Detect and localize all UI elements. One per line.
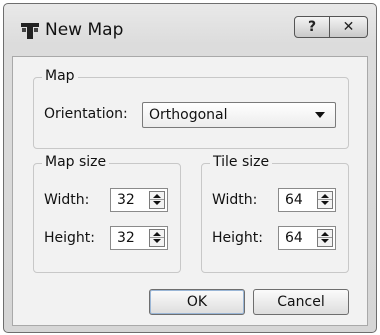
tile-width-label: Width: <box>212 192 258 208</box>
cancel-button[interactable]: Cancel <box>253 289 349 315</box>
tile-height-label: Height: <box>212 230 263 246</box>
dialog-body: Map Orientation: Orthogonal Map size Wid… <box>12 56 368 326</box>
tiled-app-icon <box>21 23 39 39</box>
map-size-group: Map size Width: 32 Height: 32 <box>33 154 181 273</box>
decrement-arrow-icon[interactable] <box>318 200 332 208</box>
increment-arrow-icon[interactable] <box>318 192 332 200</box>
decrement-arrow-icon[interactable] <box>318 238 332 246</box>
map-width-spinbox[interactable]: 32 <box>110 188 168 212</box>
map-group: Map Orientation: Orthogonal <box>33 68 349 149</box>
help-icon: ? <box>307 19 317 35</box>
tile-height-spinbox[interactable]: 64 <box>278 226 336 250</box>
tile-width-value: 64 <box>285 192 303 208</box>
chevron-down-icon <box>315 112 325 118</box>
map-width-value: 32 <box>117 192 135 208</box>
map-width-label: Width: <box>44 192 90 208</box>
title-bar-buttons: ? ✕ <box>294 16 368 38</box>
close-button[interactable]: ✕ <box>330 16 368 38</box>
map-height-value: 32 <box>117 230 135 246</box>
map-size-group-title: Map size <box>42 154 110 170</box>
tile-height-stepper <box>317 229 333 247</box>
orientation-label: Orientation: <box>44 106 128 122</box>
map-height-spinbox[interactable]: 32 <box>110 226 168 250</box>
increment-arrow-icon[interactable] <box>150 230 164 238</box>
increment-arrow-icon[interactable] <box>150 192 164 200</box>
tile-width-stepper <box>317 191 333 209</box>
tile-size-group-title: Tile size <box>210 154 273 170</box>
tile-height-value: 64 <box>285 230 303 246</box>
map-width-stepper <box>149 191 165 209</box>
increment-arrow-icon[interactable] <box>318 230 332 238</box>
ok-button[interactable]: OK <box>149 289 245 315</box>
tile-width-spinbox[interactable]: 64 <box>278 188 336 212</box>
help-button[interactable]: ? <box>294 16 330 38</box>
orientation-select[interactable]: Orthogonal <box>142 102 336 128</box>
window-title: New Map <box>45 20 124 40</box>
title-bar[interactable]: New Map ? ✕ <box>4 4 376 56</box>
map-group-title: Map <box>42 68 78 84</box>
decrement-arrow-icon[interactable] <box>150 200 164 208</box>
map-height-stepper <box>149 229 165 247</box>
decrement-arrow-icon[interactable] <box>150 238 164 246</box>
close-icon: ✕ <box>342 19 355 35</box>
map-height-label: Height: <box>44 230 95 246</box>
orientation-value: Orthogonal <box>149 107 228 123</box>
tile-size-group: Tile size Width: 64 Height: 64 <box>201 154 349 273</box>
new-map-dialog: New Map ? ✕ Map Orientation: Orthogonal … <box>3 3 377 333</box>
